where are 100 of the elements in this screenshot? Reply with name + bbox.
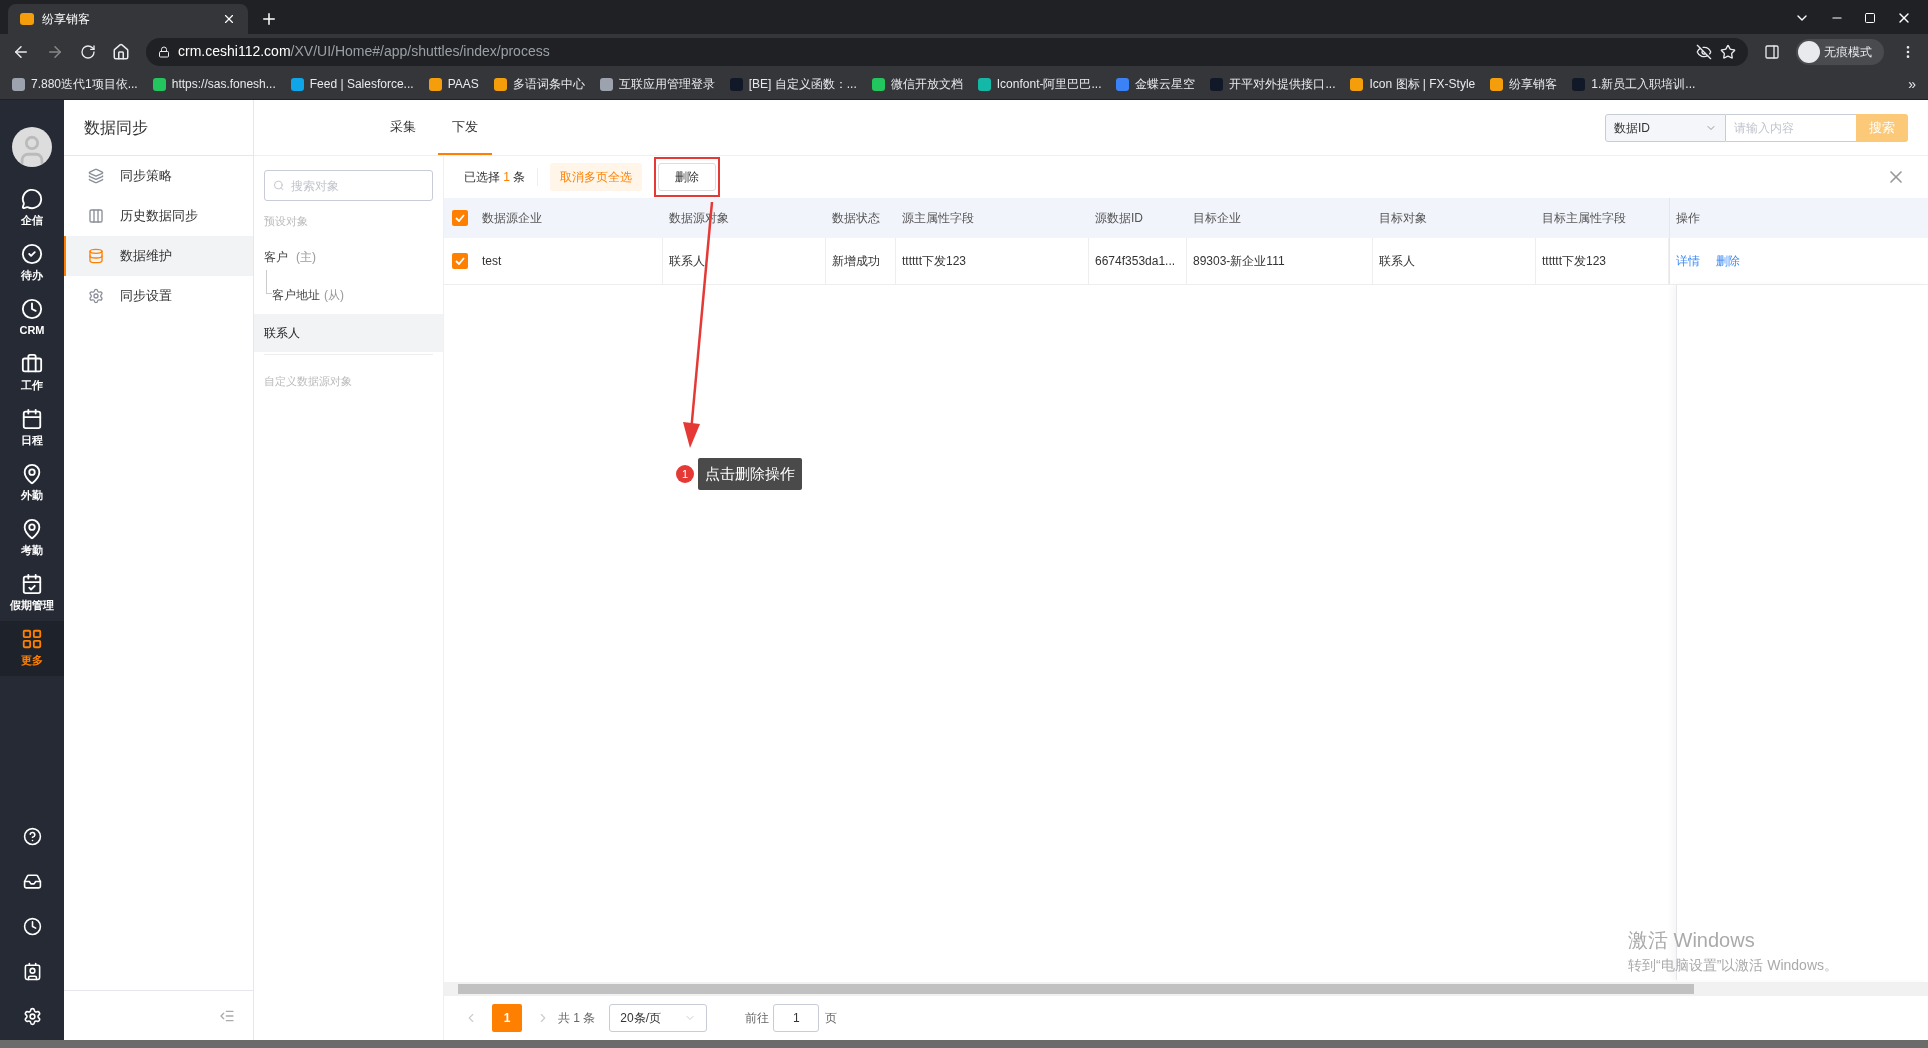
- object-list-item[interactable]: 联系人: [254, 313, 443, 352]
- sidebar-item[interactable]: 历史数据同步: [64, 196, 253, 236]
- column-header: 目标主属性字段: [1542, 210, 1626, 227]
- column-header: 数据源企业: [482, 210, 542, 227]
- nav-item[interactable]: 企信: [0, 181, 64, 236]
- home-icon[interactable]: [112, 42, 130, 61]
- table-cell-text: 联系人: [1379, 253, 1415, 270]
- table-cell-text: tttttt下发123: [902, 253, 967, 270]
- bookmark-item[interactable]: Feed | Salesforce...: [290, 75, 414, 93]
- check-icon: [455, 214, 465, 222]
- restore-icon[interactable]: [1864, 12, 1876, 24]
- bookmark-item[interactable]: [BE] 自定义函数：...: [729, 75, 857, 93]
- section-label: 自定义数据源对象: [263, 373, 353, 389]
- side-panel-icon[interactable]: [1764, 43, 1780, 60]
- site-icon: [20, 13, 34, 25]
- tab[interactable]: 下发: [438, 100, 492, 155]
- bookmark-item[interactable]: 纷享销客: [1490, 75, 1558, 93]
- object-search-field[interactable]: 搜索对象: [264, 170, 433, 201]
- bookmark-item[interactable]: Icon 图标 | FX-Style: [1350, 75, 1476, 93]
- sidebar-item[interactable]: 同步策略: [64, 156, 253, 196]
- settings-icon[interactable]: [22, 1007, 42, 1026]
- object-search-input[interactable]: 搜索对象: [290, 176, 424, 195]
- profile-button[interactable]: 无痕模式: [1796, 38, 1884, 65]
- lock-icon: [158, 45, 170, 58]
- bookmark-item[interactable]: 7.880迭代1项目依...: [12, 75, 138, 93]
- total-count: 共 1 条: [558, 1010, 596, 1027]
- goto-input[interactable]: 1: [773, 1004, 820, 1032]
- bookmark-item[interactable]: Iconfont-阿里巴巴...: [977, 75, 1102, 93]
- close-icon[interactable]: [222, 12, 236, 26]
- leave-icon: [21, 573, 43, 596]
- avatar: [12, 127, 52, 167]
- eye-off-icon[interactable]: [1696, 43, 1712, 60]
- layers-icon: [88, 168, 104, 184]
- nav-item[interactable]: 考勤: [0, 511, 64, 566]
- search-input[interactable]: 请输入内容: [1726, 113, 1856, 142]
- field-select[interactable]: 数据ID: [1605, 113, 1726, 142]
- step-badge: 1: [676, 465, 694, 483]
- bookmark-item[interactable]: 多语词条中心: [493, 75, 585, 93]
- nav-item[interactable]: 日程: [0, 401, 64, 456]
- pin-icon: [21, 463, 43, 486]
- help-icon[interactable]: [22, 827, 42, 846]
- goto-label: 前往: [745, 1010, 770, 1027]
- nav-item[interactable]: 工作: [0, 346, 64, 401]
- clock-icon[interactable]: [22, 917, 42, 936]
- table-cell-text: tttttt下发123: [1542, 253, 1607, 270]
- activation-title: 激活 Windows: [1628, 928, 1756, 953]
- todo-icon: [21, 243, 43, 266]
- delete-button[interactable]: 删除: [658, 163, 717, 191]
- section-label: 预设对象: [263, 214, 309, 229]
- nav-item[interactable]: 更多: [0, 621, 64, 676]
- new-tab-icon[interactable]: [260, 10, 278, 28]
- column-header: 源主属性字段: [902, 210, 974, 227]
- bookmark-item[interactable]: PAAS: [428, 75, 479, 93]
- page-size-select[interactable]: 20条/页: [609, 1004, 708, 1032]
- checkbox[interactable]: [452, 253, 468, 269]
- action-link[interactable]: 删除: [1716, 252, 1740, 270]
- address-bar[interactable]: crm.ceshi112.com/XV/UI/Home#/app/shuttles/index/process: [146, 37, 1748, 66]
- chat-icon: [21, 188, 43, 211]
- activation-hint: 转到“电脑设置”以激活 Windows。: [1628, 956, 1838, 975]
- nav-item[interactable]: 假期管理: [0, 566, 64, 621]
- star-icon[interactable]: [1720, 43, 1736, 60]
- column-header: 操作: [1676, 210, 1700, 227]
- url-text: crm.ceshi112.com/XV/UI/Home#/app/shuttles/index/process: [178, 42, 551, 61]
- table-cell-text: 联系人: [669, 253, 705, 270]
- annotation-label: 点击删除操作: [698, 458, 802, 490]
- bookmark-item[interactable]: 1.新员工入职培训...: [1572, 75, 1696, 93]
- browser-tab[interactable]: 纷享销客: [8, 4, 248, 34]
- table-cell-text: 新增成功: [832, 253, 880, 270]
- column-header: 数据状态: [832, 210, 880, 227]
- history-icon: [88, 208, 104, 224]
- attendance-icon: [21, 518, 43, 541]
- column-header: 源数据ID: [1095, 210, 1143, 227]
- table-cell-text: 6674f353da1...: [1095, 253, 1176, 270]
- bookmark-item[interactable]: 微信开放文档: [871, 75, 963, 93]
- calendar-icon: [21, 408, 43, 431]
- inbox-icon[interactable]: [22, 872, 42, 891]
- crm-icon: [21, 298, 43, 321]
- bookmark-item[interactable]: 互联应用管理登录: [599, 75, 715, 93]
- tab[interactable]: 采集: [376, 100, 430, 155]
- nav-item[interactable]: 待办: [0, 236, 64, 291]
- nav-item[interactable]: 外勤: [0, 456, 64, 511]
- bookmark-item[interactable]: https://sas.fonesh...: [152, 75, 276, 93]
- bookmark-item[interactable]: 开平对外提供接口...: [1210, 75, 1336, 93]
- sidebar-item[interactable]: 数据维护: [64, 236, 253, 276]
- more-icon: [21, 628, 43, 651]
- bookmark-item[interactable]: 金蝶云星空: [1116, 75, 1196, 93]
- more-bookmarks-icon[interactable]: »: [1908, 73, 1916, 95]
- sidebar-item[interactable]: 同步设置: [64, 276, 253, 316]
- selection-count: 已选择 1 条: [464, 168, 539, 186]
- column-header: 目标对象: [1379, 210, 1427, 227]
- nav-item[interactable]: CRM: [0, 291, 64, 346]
- check-icon: [455, 257, 465, 265]
- data-icon: [88, 248, 104, 264]
- table-cell-text: 89303-新企业111: [1193, 253, 1285, 270]
- column-header: 目标企业: [1193, 210, 1241, 227]
- reload-icon[interactable]: [80, 43, 96, 60]
- contact-icon[interactable]: [22, 962, 42, 981]
- checkbox[interactable]: [452, 210, 468, 226]
- sidebar-title: 数据同步: [84, 117, 148, 138]
- action-link[interactable]: 详情: [1676, 252, 1700, 270]
